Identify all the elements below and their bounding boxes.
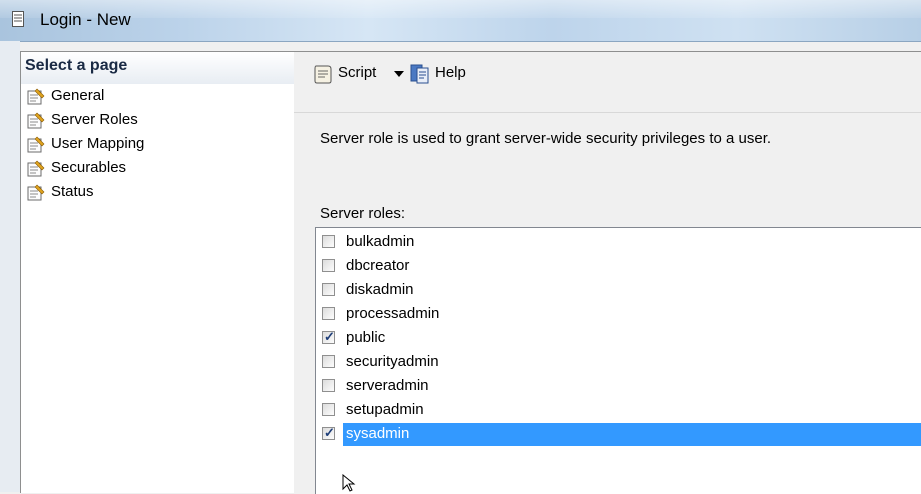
help-label: Help: [435, 64, 466, 81]
role-item-diskadmin[interactable]: diskadmin: [316, 279, 921, 302]
select-page-panel: Select a page General Server Roles User Ma…: [20, 51, 295, 493]
page-description: Server role is used to grant server-wide…: [320, 130, 772, 147]
help-icon: [410, 64, 429, 84]
server-roles-list[interactable]: bulkadmin dbcreator diskadmin processadmin ✓…: [315, 227, 921, 494]
toolbar: Script Help: [294, 52, 921, 112]
content-panel: Script Help Server role is used to grant…: [294, 51, 921, 494]
role-name: serveradmin: [346, 377, 429, 394]
role-checkbox[interactable]: [322, 307, 335, 320]
role-item-public[interactable]: ✓ public: [316, 327, 921, 350]
role-item-bulkadmin[interactable]: bulkadmin: [316, 231, 921, 254]
role-checkbox[interactable]: [322, 379, 335, 392]
title-bar[interactable]: Login - New: [0, 0, 921, 42]
role-checkbox[interactable]: [322, 259, 335, 272]
page-settings-icon: [27, 88, 45, 105]
role-name: processadmin: [346, 305, 440, 322]
role-name: sysadmin: [343, 423, 413, 446]
window-title: Login - New: [40, 10, 131, 29]
role-checkbox[interactable]: ✓: [322, 329, 335, 344]
sidebar-item-label: Securables: [51, 159, 127, 176]
role-item-serveradmin[interactable]: serveradmin: [316, 375, 921, 398]
sidebar-item-label: Status: [51, 183, 94, 200]
server-roles-label: Server roles:: [320, 205, 406, 222]
role-name: diskadmin: [346, 281, 414, 298]
sidebar-item-label: General: [51, 87, 105, 104]
checkmark-icon: ✓: [324, 425, 335, 440]
role-item-processadmin[interactable]: processadmin: [316, 303, 921, 326]
role-checkbox[interactable]: [322, 355, 335, 368]
page-settings-icon: [27, 136, 45, 153]
toolbar-divider: [294, 112, 921, 113]
role-checkbox[interactable]: ✓: [322, 425, 335, 440]
sidebar-item-label: User Mapping: [51, 135, 145, 152]
sidebar-item-securables[interactable]: Securables: [27, 157, 267, 181]
help-button[interactable]: Help: [409, 62, 489, 88]
role-name: public: [346, 329, 386, 346]
page-settings-icon: [27, 160, 45, 177]
sidebar-item-user-mapping[interactable]: User Mapping: [27, 133, 267, 157]
role-name: setupadmin: [346, 401, 424, 418]
window-left-edge: [0, 41, 20, 492]
select-page-header: Select a page: [21, 52, 294, 84]
role-checkbox[interactable]: [322, 403, 335, 416]
role-item-securityadmin[interactable]: securityadmin: [316, 351, 921, 374]
role-name: dbcreator: [346, 257, 410, 274]
role-checkbox[interactable]: [322, 283, 335, 296]
role-item-sysadmin[interactable]: ✓ sysadmin: [316, 423, 921, 446]
checkmark-icon: ✓: [324, 329, 335, 344]
document-icon: [12, 11, 24, 27]
role-name: securityadmin: [346, 353, 439, 370]
sidebar-item-label: Server Roles: [51, 111, 138, 128]
role-name: bulkadmin: [346, 233, 415, 250]
role-item-dbcreator[interactable]: dbcreator: [316, 255, 921, 278]
page-settings-icon: [27, 112, 45, 129]
page-settings-icon: [27, 184, 45, 201]
role-checkbox[interactable]: [322, 235, 335, 248]
script-icon: [314, 65, 332, 84]
chevron-down-icon[interactable]: [394, 71, 404, 78]
sidebar-item-server-roles[interactable]: Server Roles: [27, 109, 267, 133]
title-bar-sheen: [0, 0, 921, 18]
script-label: Script: [338, 64, 377, 81]
sidebar-item-general[interactable]: General: [27, 85, 267, 109]
select-page-title: Select a page: [25, 57, 128, 74]
mouse-cursor-icon: [342, 474, 356, 492]
selection-highlight: [343, 423, 921, 446]
sidebar-item-status[interactable]: Status: [27, 181, 267, 205]
role-item-setupadmin[interactable]: setupadmin: [316, 399, 921, 422]
